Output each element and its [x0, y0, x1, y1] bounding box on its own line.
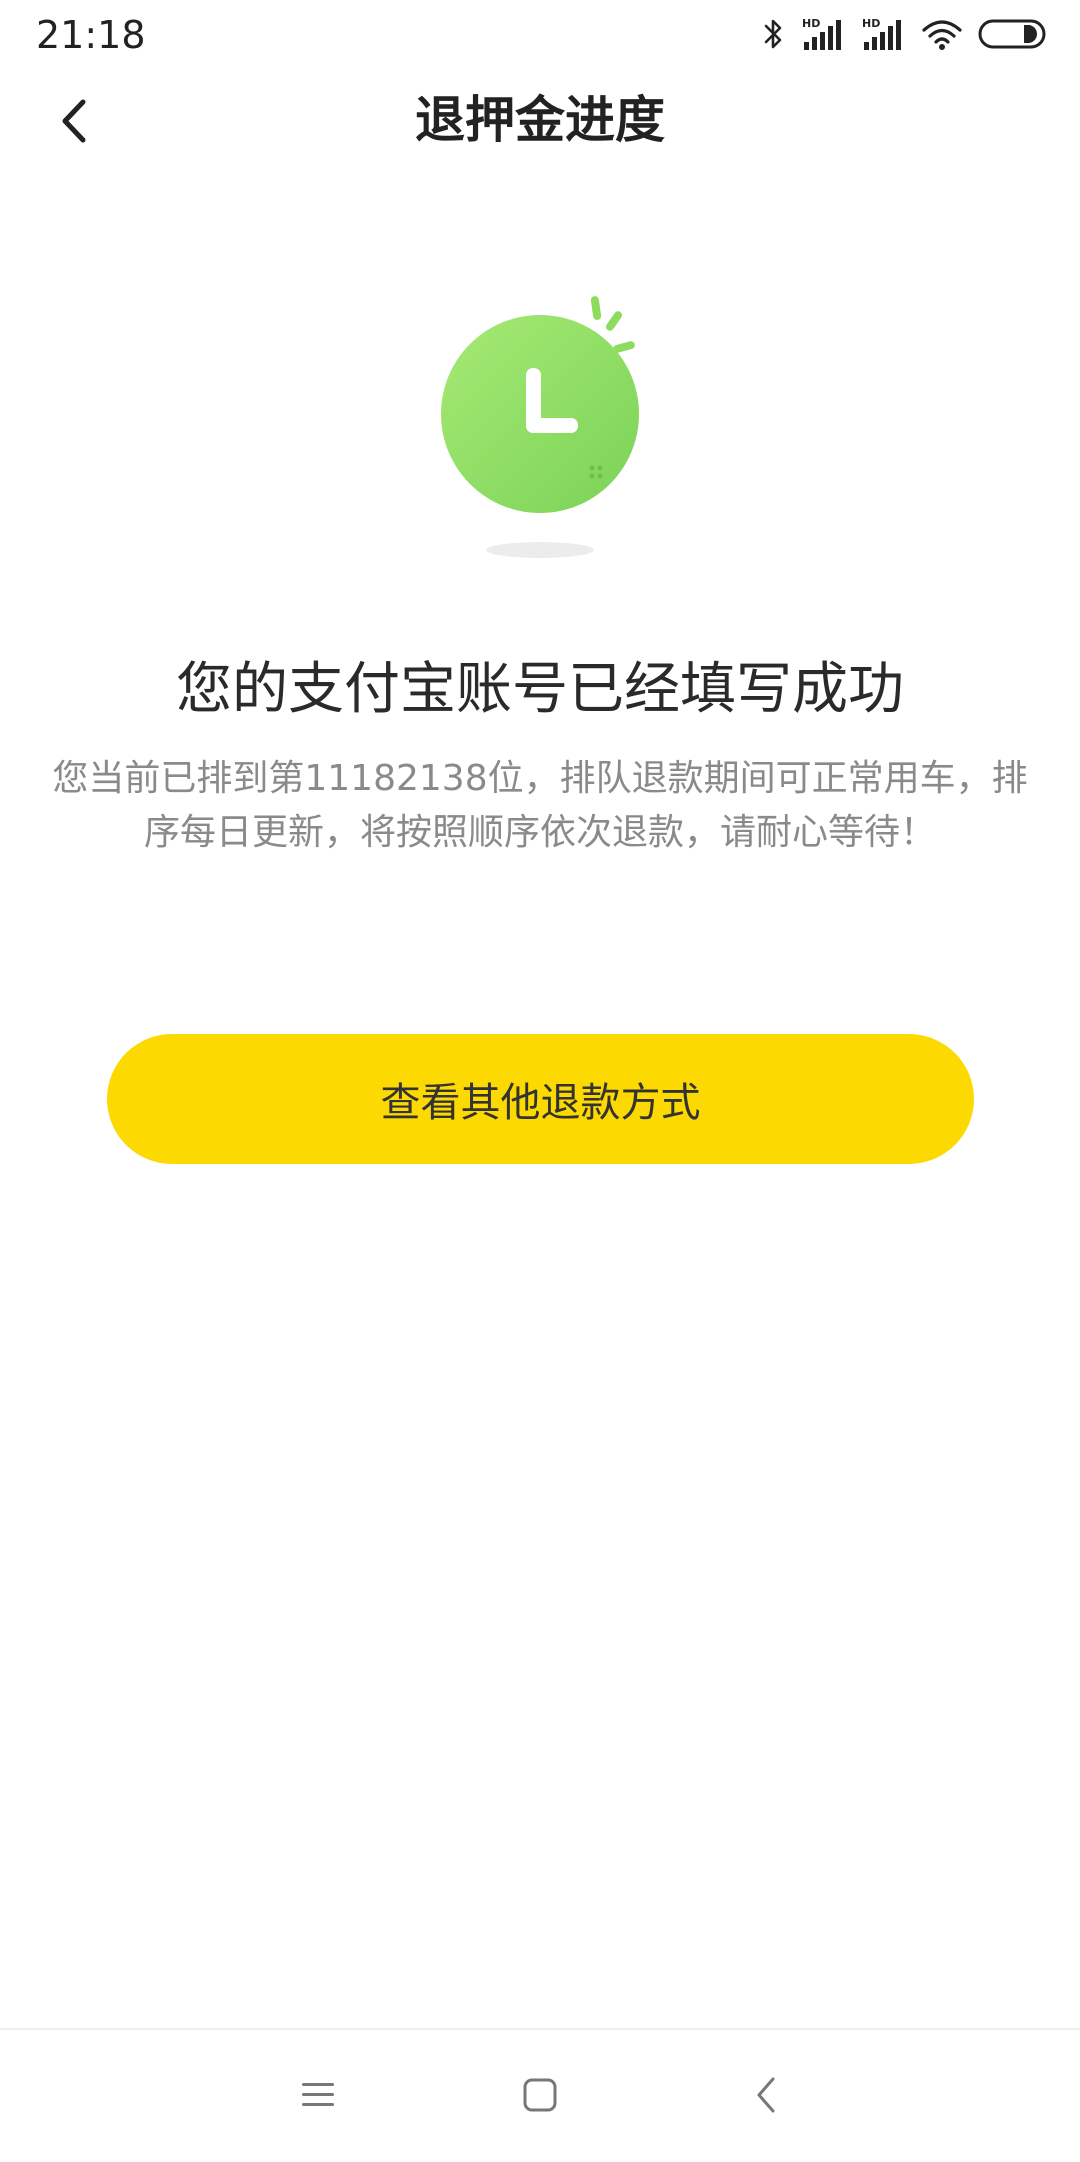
nav-back-button[interactable]: [732, 2062, 802, 2132]
status-icons: HD HD: [762, 14, 1048, 54]
home-square-icon: [520, 2075, 560, 2119]
svg-text:HD: HD: [802, 17, 820, 30]
status-illustration: [420, 280, 680, 580]
status-time: 21:18: [36, 13, 146, 57]
clock-icon: [441, 296, 639, 558]
queue-description: 您当前已排到第11182138位，排队退款期间可正常用车，排序每日更新，将按照顺…: [52, 758, 1028, 853]
nav-menu-button[interactable]: [283, 2062, 353, 2132]
success-title: 您的支付宝账号已经填写成功: [176, 657, 904, 722]
svg-text:HD: HD: [862, 17, 880, 30]
signal-hd-icon: HD: [862, 16, 906, 52]
bluetooth-icon: [762, 16, 786, 52]
wifi-icon: [922, 16, 962, 52]
chevron-left-icon: [55, 96, 95, 150]
battery-icon: [978, 16, 1048, 52]
system-nav-bar: [0, 2028, 1080, 2162]
other-refund-methods-button[interactable]: 查看其他退款方式: [107, 1034, 974, 1164]
menu-icon: [298, 2075, 338, 2119]
signal-hd-icon: HD: [802, 16, 846, 52]
back-triangle-icon: [747, 2075, 787, 2119]
page-title: 退押金进度: [415, 91, 665, 149]
title-bar: 退押金进度: [0, 70, 1080, 170]
status-bar: 21:18 HD HD: [0, 0, 1080, 70]
back-button[interactable]: [40, 88, 110, 158]
nav-home-button[interactable]: [505, 2062, 575, 2132]
